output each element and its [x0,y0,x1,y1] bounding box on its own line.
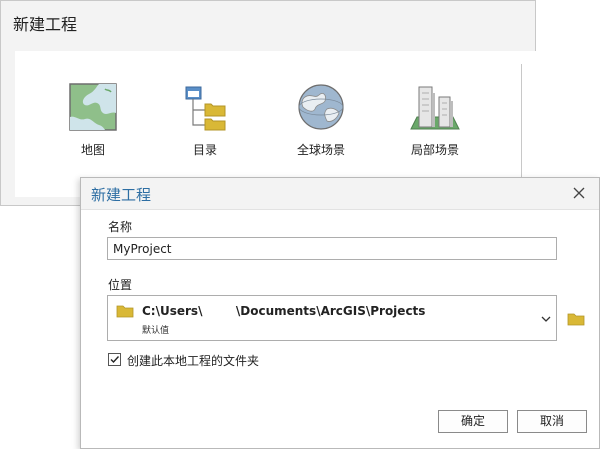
map-icon [69,83,117,131]
ok-button[interactable]: 确定 [438,410,508,433]
name-label: 名称 [108,220,133,234]
tile-global-scene-label: 全球场景 [296,143,345,157]
globe-icon [298,84,344,130]
close-button[interactable] [571,185,587,201]
project-name-input[interactable] [107,237,557,260]
dialog-title: 新建工程 [91,186,152,204]
local-scene-icon [410,86,460,130]
browse-folder-button[interactable] [567,311,585,330]
tile-catalog-label: 目录 [192,143,217,157]
dialog-header: 新建工程 [81,178,599,210]
new-project-gallery-panel: 新建工程 地图 目录 全球场景 局部场景 [0,0,537,206]
new-project-dialog: 新建工程 名称 位置 C:\Users\ \Documents\ArcGIS\P… [80,177,600,449]
location-path: C:\Users\ \Documents\ArcGIS\Projects [142,304,426,318]
create-folder-label: 创建此本地工程的文件夹 [127,354,260,368]
tile-local-scene[interactable]: 局部场景 [385,83,485,158]
close-icon [573,187,585,199]
catalog-icon [185,86,226,131]
create-folder-checkbox[interactable] [108,353,121,366]
folder-icon [116,305,134,318]
location-default-note: 默认值 [142,326,170,336]
gallery-scrollbar[interactable] [521,64,522,188]
location-dropdown[interactable]: C:\Users\ \Documents\ArcGIS\Projects 默认值 [107,295,557,341]
checkmark-icon [110,356,120,364]
tile-map-label: 地图 [80,143,105,157]
chevron-down-icon [541,316,551,322]
location-label: 位置 [108,278,133,292]
gallery-title: 新建工程 [13,15,78,34]
tile-map[interactable]: 地图 [43,83,143,158]
tile-catalog[interactable]: 目录 [155,83,255,158]
folder-icon [567,313,585,326]
tile-global-scene[interactable]: 全球场景 [271,83,371,158]
tile-local-scene-label: 局部场景 [410,143,459,157]
cancel-button[interactable]: 取消 [517,410,587,433]
